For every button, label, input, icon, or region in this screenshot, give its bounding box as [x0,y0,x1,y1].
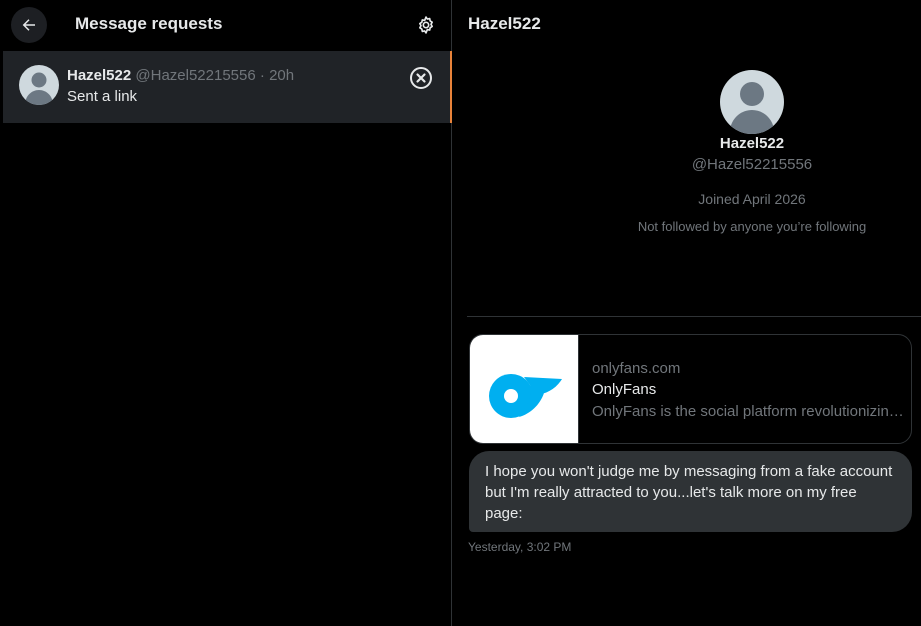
back-button[interactable] [11,7,47,43]
conversation-name: Hazel522 [67,67,132,84]
conversation-item[interactable]: Hazel522 @Hazel52215556 · 20h Sent a lin… [3,51,452,123]
avatar[interactable] [19,65,59,105]
message-timestamp: Yesterday, 3:02 PM [468,540,572,554]
close-circle-icon [410,67,432,89]
conversation-preview: Sent a link [67,88,138,105]
requests-pane: Message requests Hazel522 @Hazel52215556… [0,0,452,626]
gear-icon [419,16,433,34]
profile-name[interactable]: Hazel522 [452,135,921,152]
conversation-title: Hazel522 [468,14,541,33]
link-domain: onlyfans.com [592,360,681,377]
profile-handle: @Hazel52215556 [691,156,813,173]
divider [467,316,921,317]
message-bubble[interactable]: I hope you won't judge me by messaging f… [469,451,912,532]
conversation-time: 20h [269,67,295,84]
settings-button[interactable] [414,13,438,37]
link-preview-card[interactable]: onlyfans.com OnlyFans OnlyFans is the so… [469,334,912,444]
link-description: OnlyFans is the social platform revoluti… [592,403,904,420]
separator-dot: · [259,67,265,84]
messages-app: Message requests Hazel522 @Hazel52215556… [0,0,921,626]
dismiss-request-button[interactable] [409,66,433,90]
conversation-handle: @Hazel52215556 [135,67,256,84]
link-title: OnlyFans [592,381,657,398]
link-thumbnail [470,335,579,443]
default-avatar-icon [729,82,775,134]
profile-joined-date: Joined April 2026 [698,191,806,207]
conversation-header: Hazel522 @Hazel52215556 · 20h [67,67,294,84]
onlyfans-logo-icon [489,374,562,418]
page-title: Message requests [75,14,223,33]
requests-header: Message requests [0,0,451,50]
arrow-left-icon [22,19,35,31]
conversation-pane: Hazel522 Hazel522 @Hazel52215556 Joined … [452,0,921,626]
default-avatar-icon [25,72,53,105]
profile-avatar[interactable] [720,70,784,134]
profile-follow-note: Not followed by anyone you’re following [637,219,867,234]
